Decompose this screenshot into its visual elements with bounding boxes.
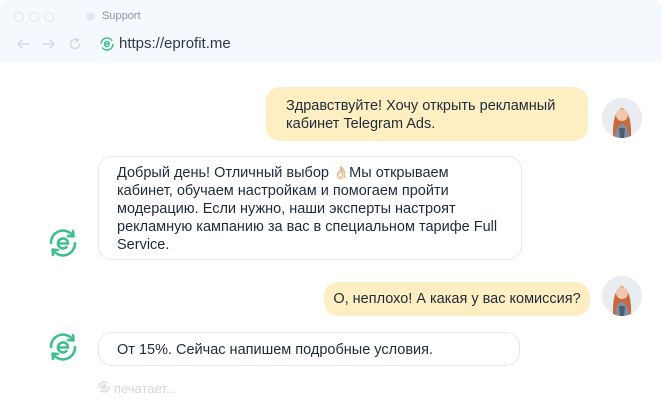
eprofit-logo-icon: [100, 37, 114, 51]
arrow-right-icon: [42, 39, 55, 49]
back-button[interactable]: [14, 35, 32, 53]
window-close-button[interactable]: [14, 12, 24, 22]
user-avatar: [602, 276, 642, 316]
typing-text: печатает...: [114, 381, 177, 396]
tab-favicon-icon: [86, 12, 95, 21]
user-message-bubble: Здравствуйте! Хочу открыть рекламный каб…: [266, 87, 588, 141]
message-text: Здравствуйте! Хочу открыть рекламный каб…: [286, 98, 556, 132]
tab-title[interactable]: Support: [102, 10, 141, 22]
user-message-bubble: О, неплохо! А какая у вас комиссия?: [324, 282, 590, 316]
browser-chrome: Support https://eprofit.me: [0, 0, 662, 62]
eprofit-logo-icon: [49, 229, 77, 257]
user-avatar: [602, 98, 642, 138]
navigation-bar: https://eprofit.me: [0, 32, 662, 58]
bot-message-bubble: Добрый день! Отличный выбор 👌🏻Мы открыва…: [98, 156, 522, 260]
reload-button[interactable]: [66, 35, 84, 53]
forward-button[interactable]: [40, 35, 58, 53]
message-text: От 15%. Сейчас напишем подробные условия…: [117, 342, 433, 358]
address-url[interactable]: https://eprofit.me: [119, 35, 231, 52]
browser-window: Support https://eprofit.me Здравствуйте!…: [0, 0, 662, 412]
window-controls: [14, 12, 59, 30]
window-minimize-button[interactable]: [29, 12, 39, 22]
reload-icon: [69, 37, 81, 50]
arrow-left-icon: [17, 39, 30, 49]
eprofit-logo-icon: [98, 381, 110, 393]
address-bar[interactable]: https://eprofit.me: [94, 33, 656, 55]
title-bar: Support: [0, 0, 662, 32]
message-text: О, неплохо! А какая у вас комиссия?: [333, 291, 581, 307]
eprofit-logo-icon: [49, 333, 77, 361]
message-text-start: Добрый день! Отличный выбор: [117, 165, 333, 181]
bot-message-bubble: От 15%. Сейчас напишем подробные условия…: [98, 332, 520, 366]
window-maximize-button[interactable]: [44, 12, 54, 22]
ok-hand-emoji-icon: 👌🏻: [332, 165, 350, 180]
